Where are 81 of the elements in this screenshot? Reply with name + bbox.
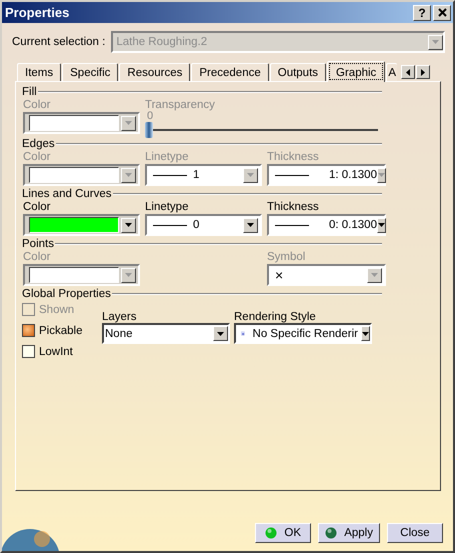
section-title: Global Properties xyxy=(22,288,111,300)
section-title: Lines and Curves xyxy=(22,188,112,200)
scroll-left-button[interactable] xyxy=(400,65,415,79)
field-label: Thickness xyxy=(267,151,319,163)
tab[interactable]: Resources xyxy=(119,63,190,81)
slider-value: 0 xyxy=(147,111,154,121)
field-label: Color xyxy=(23,201,50,213)
dropdown[interactable]: 0 xyxy=(145,214,262,236)
section-title: Fill xyxy=(22,86,37,98)
caret-icon xyxy=(432,40,439,44)
dropdown-button[interactable] xyxy=(213,326,228,341)
field-label: Thickness xyxy=(267,201,319,213)
tab[interactable]: Specific xyxy=(62,63,118,81)
color-dropdown[interactable] xyxy=(23,264,140,286)
close-icon xyxy=(438,8,446,17)
checkbox-label: LowInt xyxy=(39,346,73,358)
dropdown-value: 0 xyxy=(193,219,200,231)
checkbox-label: Shown xyxy=(39,304,74,316)
tab[interactable]: A xyxy=(386,63,397,81)
field-label: Current selection : xyxy=(12,36,106,48)
checkbox[interactable] xyxy=(22,324,35,337)
right-arrow-icon xyxy=(420,68,425,76)
tab[interactable]: Items xyxy=(17,63,62,81)
dropdown[interactable]: None xyxy=(102,323,230,344)
ball-icon xyxy=(325,527,338,539)
dialog-button[interactable]: Apply xyxy=(318,523,380,543)
dropdown-value: No Specific Renderir xyxy=(252,328,358,340)
caret-icon xyxy=(217,332,224,336)
field-label: Linetype xyxy=(145,151,188,163)
caret-icon xyxy=(378,223,385,227)
line-sample-icon xyxy=(153,174,187,176)
dropdown[interactable]: No Specific Renderir xyxy=(234,323,372,344)
dialog-button[interactable]: Close xyxy=(387,523,443,543)
close-button[interactable] xyxy=(433,4,451,20)
color-dropdown[interactable] xyxy=(23,214,140,236)
caret-icon xyxy=(125,223,132,227)
dropdown-button[interactable] xyxy=(121,218,136,232)
line-sample-icon xyxy=(275,174,309,176)
ball-icon xyxy=(265,527,278,539)
section-title: Edges xyxy=(22,138,55,150)
dropdown[interactable]: 0: 0.1300 xyxy=(267,214,386,236)
dropdown-value: 1: 0.1300 xyxy=(329,169,377,181)
dropdown-value: 1 xyxy=(193,169,200,181)
caret-icon xyxy=(247,173,254,177)
left-arrow-icon xyxy=(406,68,410,76)
slider-track[interactable] xyxy=(145,122,378,136)
dropdown-value: None xyxy=(105,328,134,340)
field-label: Symbol xyxy=(267,251,306,263)
dropdown-button[interactable] xyxy=(243,218,258,232)
tab[interactable]: Outputs xyxy=(270,63,326,81)
color-dropdown[interactable] xyxy=(23,164,140,186)
field-label: Rendering Style xyxy=(234,311,317,323)
caret-icon xyxy=(362,332,369,336)
field-label: Color xyxy=(23,151,50,163)
caret-icon xyxy=(378,173,385,177)
caret-icon xyxy=(247,223,254,227)
line-sample-icon xyxy=(153,224,187,226)
dropdown-value: × xyxy=(275,267,284,283)
tab[interactable]: Precedence xyxy=(191,63,269,81)
field-label: Color xyxy=(23,99,50,111)
checkbox[interactable] xyxy=(22,345,35,358)
checkbox-label: Pickable xyxy=(39,324,82,336)
dropdown-button[interactable] xyxy=(361,326,370,341)
help-button[interactable]: ? xyxy=(413,4,431,20)
section-title: Points xyxy=(22,238,54,250)
dropdown-value: 0: 0.1300 xyxy=(329,219,377,231)
field-label: Transparency xyxy=(145,99,215,111)
color-dropdown[interactable] xyxy=(23,112,140,134)
tab[interactable]: Graphic xyxy=(327,61,386,82)
caret-icon xyxy=(125,273,132,277)
caret-icon xyxy=(371,273,378,277)
caret-icon xyxy=(125,121,132,125)
field-label: Color xyxy=(23,251,50,263)
line-sample-icon xyxy=(275,224,309,226)
window-title: Properties xyxy=(5,5,70,20)
field-label: Linetype xyxy=(145,201,188,213)
dialog-button[interactable]: OK xyxy=(255,523,312,543)
caret-icon xyxy=(125,173,132,177)
dropdown-button[interactable] xyxy=(376,218,386,232)
field-label: Layers xyxy=(102,311,138,323)
scroll-right-button[interactable] xyxy=(416,65,430,79)
